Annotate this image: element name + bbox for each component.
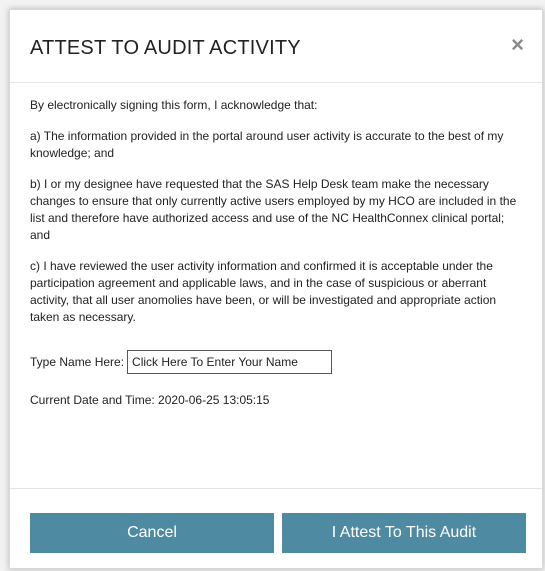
name-row: Type Name Here: bbox=[30, 350, 526, 374]
acknowledgement-c: c) I have reviewed the user activity inf… bbox=[30, 259, 497, 324]
attest-button[interactable]: I Attest To This Audit bbox=[282, 513, 526, 553]
dialog-header: ATTEST TO AUDIT ACTIVITY × bbox=[10, 10, 542, 83]
close-icon[interactable]: × bbox=[511, 34, 524, 56]
name-label: Type Name Here: bbox=[30, 354, 125, 369]
dialog-footer: Cancel I Attest To This Audit bbox=[10, 488, 542, 571]
acknowledgement-a: a) The information provided in the porta… bbox=[30, 129, 504, 160]
dialog-body: By electronically signing this form, I a… bbox=[30, 97, 526, 409]
attest-dialog: ATTEST TO AUDIT ACTIVITY × By electronic… bbox=[9, 9, 543, 569]
cancel-button[interactable]: Cancel bbox=[30, 513, 274, 553]
acknowledgement-b: b) I or my designee have requested that … bbox=[30, 177, 517, 242]
dialog-title: ATTEST TO AUDIT ACTIVITY bbox=[30, 37, 301, 59]
current-datetime: Current Date and Time: 2020-06-25 13:05:… bbox=[30, 393, 270, 407]
name-input[interactable] bbox=[127, 350, 333, 374]
intro-text: By electronically signing this form, I a… bbox=[30, 98, 318, 112]
